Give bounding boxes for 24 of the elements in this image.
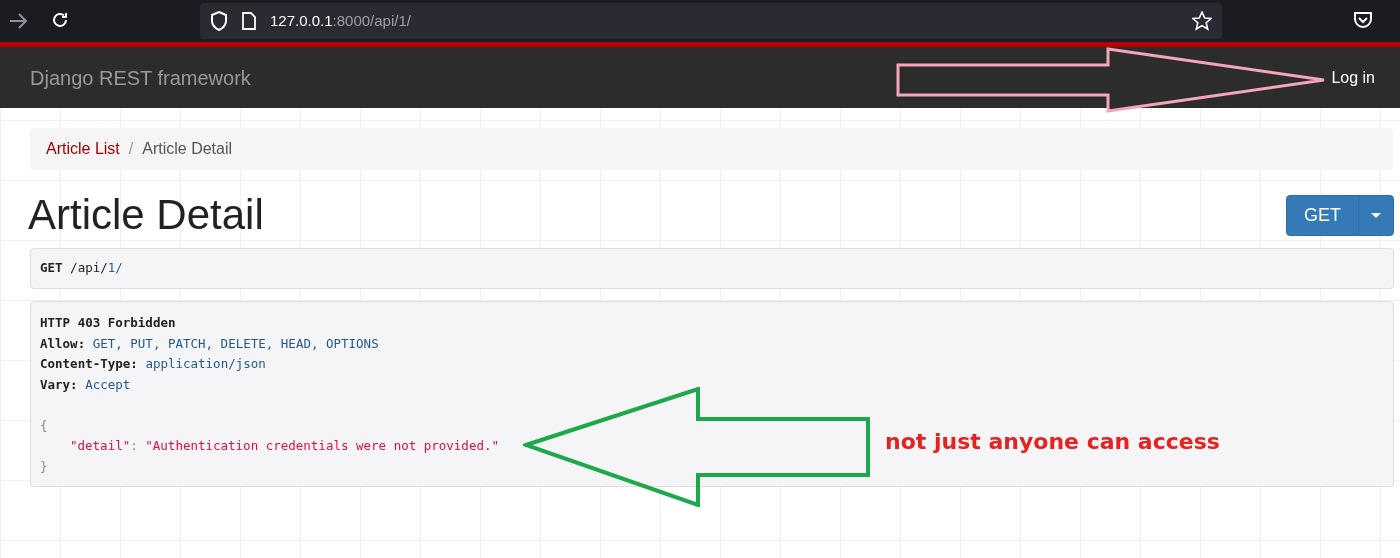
caret-icon [1371, 212, 1381, 219]
star-icon[interactable] [1192, 11, 1212, 31]
annotation-text: not just anyone can access [885, 428, 1220, 456]
shield-icon[interactable] [210, 11, 228, 31]
json-brace: { [40, 416, 49, 435]
address-field[interactable]: 127.0.0.1:8000/api/1/ [270, 9, 411, 33]
navbar-brand[interactable]: Django REST framework [30, 62, 251, 93]
json-brace: } [40, 457, 49, 476]
reload-icon[interactable] [50, 10, 70, 30]
breadcrumb-separator: / [127, 139, 135, 159]
page-icon [242, 12, 256, 30]
login-link[interactable]: Log in [1331, 65, 1375, 90]
pocket-icon[interactable] [1353, 11, 1373, 29]
request-line: GET /api/1/ [40, 260, 123, 276]
status-line: HTTP 403 Forbidden [40, 314, 177, 333]
dropdown-toggle-button[interactable] [1358, 194, 1394, 236]
breadcrumb-item[interactable]: Article List [46, 137, 120, 161]
json-line: "detail": "Authentication credentials were not provided." [70, 438, 499, 454]
page-heading: Article Detail [28, 190, 264, 240]
header-line: Allow: GET, PUT, PATCH, DELETE, HEAD, OPTIONS [40, 334, 380, 353]
header-line: Content-Type: application/json [40, 355, 267, 374]
header-line: Vary: Accept [40, 375, 132, 394]
get-button[interactable]: GET [1286, 194, 1359, 236]
breadcrumb-item: Article Detail [142, 139, 233, 159]
